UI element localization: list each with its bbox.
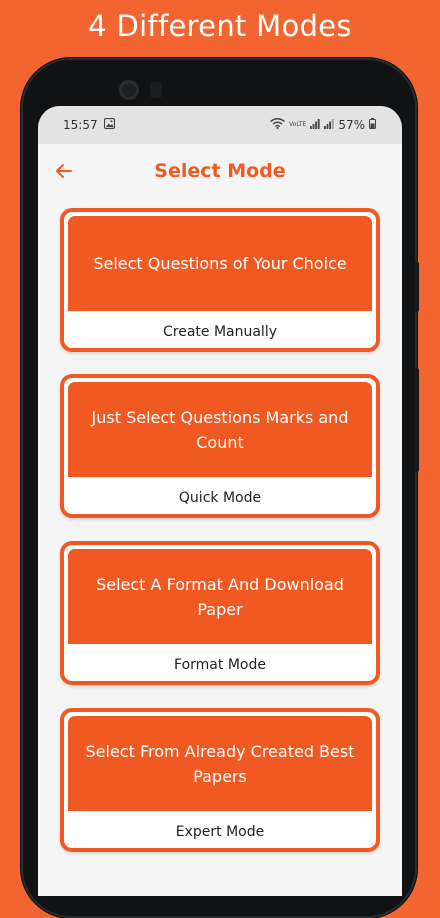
mode-label: Format Mode — [174, 657, 266, 673]
status-left: 15:57 — [63, 117, 115, 132]
wifi-icon — [270, 118, 285, 132]
status-time: 15:57 — [63, 118, 98, 132]
phone-screen: 15:57 VoLTE 57% Select Mode Select Quest… — [38, 106, 402, 896]
battery-percent: 57% — [338, 118, 365, 132]
mode-label: Quick Mode — [178, 490, 262, 506]
status-bar: 15:57 VoLTE 57% — [38, 106, 402, 144]
mode-description: Just Select Questions Marks and Count — [68, 382, 372, 477]
gallery-icon — [103, 117, 115, 132]
signal-icon-1 — [310, 118, 320, 132]
page-title: Select Mode — [154, 160, 286, 182]
app-bar: Select Mode — [38, 144, 402, 200]
mode-card-create-manually[interactable]: Select Questions of Your Choice Create M… — [60, 208, 380, 352]
proximity-sensor — [150, 82, 162, 98]
mode-description: Select Questions of Your Choice — [68, 216, 372, 311]
mode-card-quick-mode[interactable]: Just Select Questions Marks and Count Qu… — [60, 374, 380, 518]
mode-label: Create Manually — [162, 324, 278, 340]
mode-card-format-mode[interactable]: Select A Format And Download Paper Forma… — [60, 541, 380, 685]
mode-description: Select From Already Created Best Papers — [68, 716, 372, 811]
mode-label: Expert Mode — [175, 824, 265, 840]
battery-icon — [369, 118, 376, 132]
volte-label: VoLTE — [289, 121, 307, 128]
promo-title: 4 Different Modes — [88, 9, 352, 43]
signal-icon-2 — [324, 118, 334, 132]
phone-power-button — [414, 262, 419, 312]
phone-volume-button — [414, 368, 419, 472]
status-right: VoLTE 57% — [270, 118, 376, 132]
mode-description: Select A Format And Download Paper — [68, 549, 372, 644]
front-camera — [119, 80, 139, 100]
mode-card-expert-mode[interactable]: Select From Already Created Best Papers … — [60, 708, 380, 852]
